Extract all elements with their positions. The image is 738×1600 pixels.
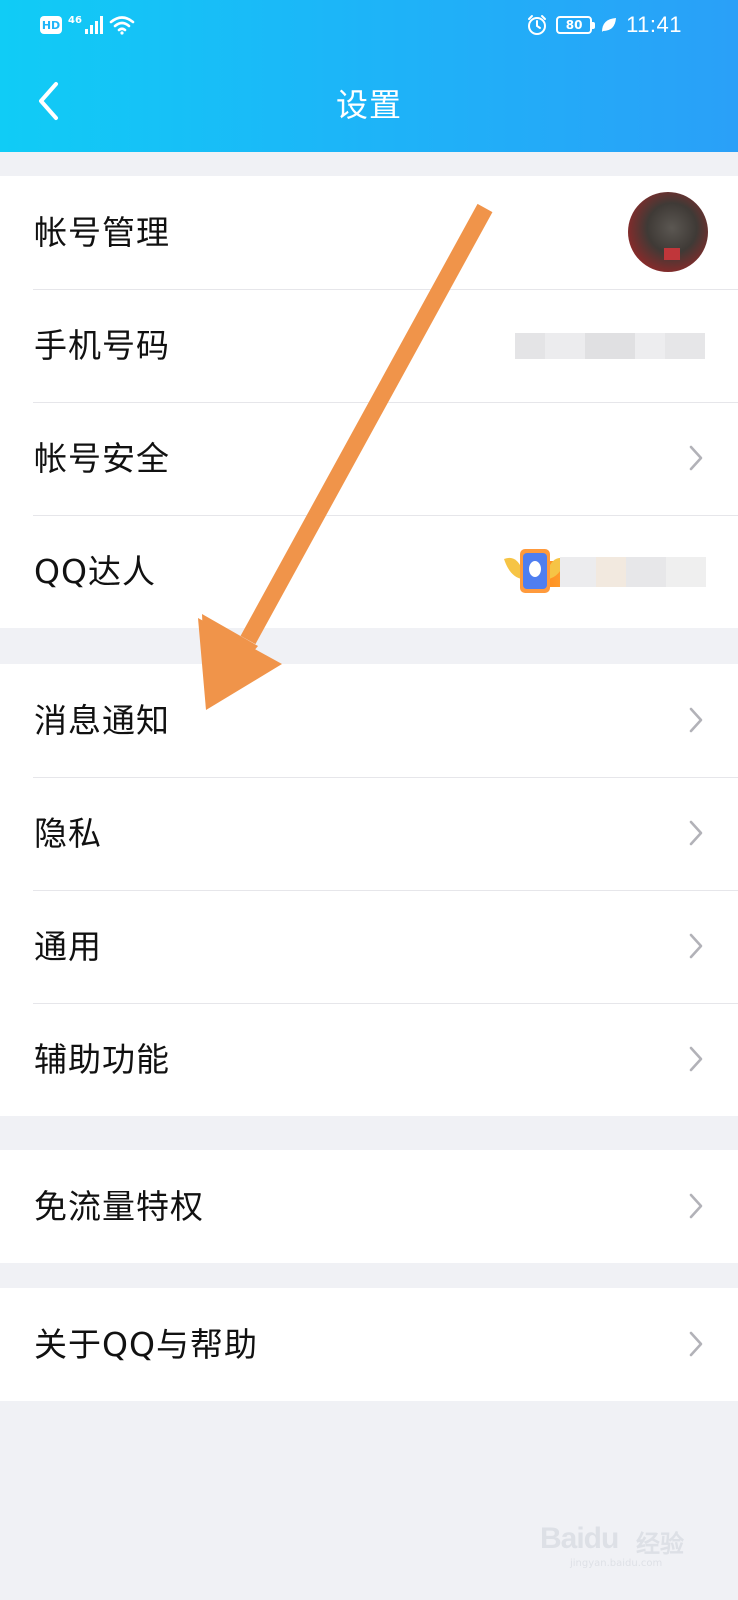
signal-icon: [84, 16, 103, 34]
avatar: [628, 192, 708, 272]
row-notifications[interactable]: 消息通知: [0, 664, 738, 777]
row-about-help[interactable]: 关于QQ与帮助: [0, 1288, 738, 1401]
row-label: QQ达人: [34, 552, 156, 591]
row-label: 免流量特权: [34, 1187, 204, 1226]
blurred-phone-value: [515, 333, 705, 359]
header: HD 46 80 11:41 设置: [0, 0, 738, 152]
row-label: 手机号码: [34, 326, 170, 365]
page-title: 设置: [335, 86, 402, 124]
chevron-right-icon: [689, 445, 703, 471]
chevron-right-icon: [689, 707, 703, 733]
settings-group-about: 关于QQ与帮助: [0, 1288, 738, 1401]
status-time: 11:41: [626, 12, 682, 37]
row-privacy[interactable]: 隐私: [0, 777, 738, 890]
row-free-data-privilege[interactable]: 免流量特权: [0, 1150, 738, 1263]
nav-bar: 设置: [0, 62, 738, 142]
chevron-right-icon: [689, 933, 703, 959]
row-label: 帐号管理: [34, 213, 170, 252]
status-bar: HD 46 80 11:41: [0, 0, 738, 50]
battery-icon: 80: [556, 16, 596, 34]
wifi-icon: [109, 16, 135, 35]
settings-screen: HD 46 80 11:41 设置 帐号管理 手机号码 帐号安全 QQ达人 消息…: [0, 0, 738, 1600]
chevron-right-icon: [689, 1331, 703, 1357]
row-label: 帐号安全: [34, 439, 170, 478]
chevron-right-icon: [689, 1193, 703, 1219]
row-label: 消息通知: [34, 701, 170, 740]
row-label: 关于QQ与帮助: [34, 1325, 258, 1364]
chevron-right-icon: [689, 1046, 703, 1072]
watermark-url: jingyan.baidu.com: [570, 1558, 663, 1569]
row-label: 辅助功能: [34, 1040, 170, 1079]
row-general[interactable]: 通用: [0, 890, 738, 1003]
alarm-icon: [528, 15, 547, 35]
row-accessibility[interactable]: 辅助功能: [0, 1003, 738, 1116]
row-account-management[interactable]: 帐号管理: [0, 176, 738, 289]
status-left: HD 46: [40, 12, 135, 38]
row-label: 隐私: [34, 814, 102, 853]
row-phone-number[interactable]: 手机号码: [0, 289, 738, 402]
settings-group-data: 免流量特权: [0, 1150, 738, 1263]
hd-icon: HD: [40, 16, 62, 34]
settings-group-general: 消息通知 隐私 通用 辅助功能: [0, 664, 738, 1116]
status-right: 80 11:41: [526, 10, 682, 40]
watermark-cn: 经验: [636, 1530, 684, 1558]
chevron-right-icon: [689, 820, 703, 846]
baidu-watermark: Baidu 经验 jingyan.baidu.com: [540, 1514, 710, 1574]
watermark-brand: Baidu: [540, 1522, 619, 1555]
row-qq-daren[interactable]: QQ达人 达: [0, 515, 738, 628]
row-label: 通用: [34, 927, 102, 966]
network-type: 46: [68, 14, 82, 26]
leaf-icon: [602, 18, 617, 32]
blurred-daren-value: [560, 557, 706, 587]
settings-group-account: 帐号管理 手机号码 帐号安全 QQ达人 达: [0, 176, 738, 628]
row-account-security[interactable]: 帐号安全: [0, 402, 738, 515]
